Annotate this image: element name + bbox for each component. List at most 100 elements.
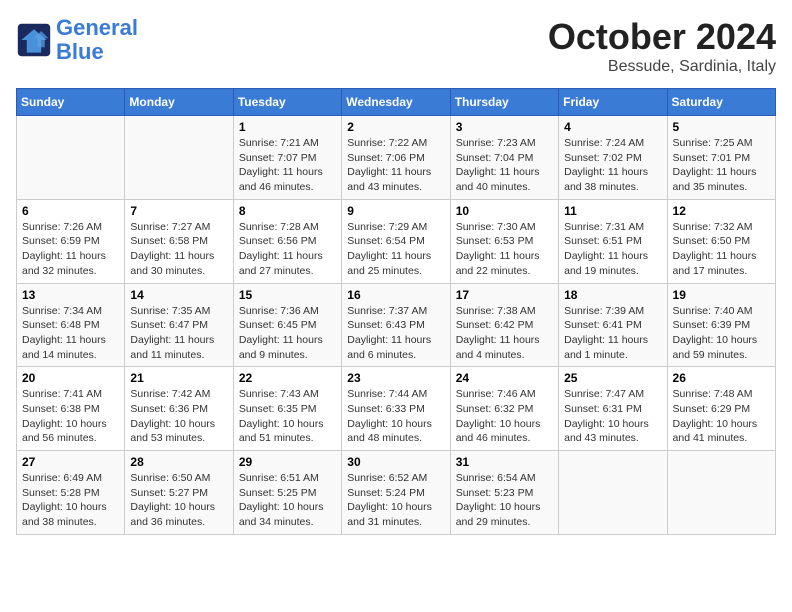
calendar-cell: 16 Sunrise: 7:37 AMSunset: 6:43 PMDayligh…: [342, 283, 450, 367]
day-info: Sunrise: 7:26 AMSunset: 6:59 PMDaylight:…: [22, 220, 119, 279]
calendar-cell: [559, 451, 667, 535]
calendar-cell: 15 Sunrise: 7:36 AMSunset: 6:45 PMDayligh…: [233, 283, 341, 367]
day-info: Sunrise: 7:47 AMSunset: 6:31 PMDaylight:…: [564, 387, 661, 446]
calendar-cell: 17 Sunrise: 7:38 AMSunset: 6:42 PMDayligh…: [450, 283, 558, 367]
day-number: 31: [456, 455, 553, 469]
day-number: 10: [456, 204, 553, 218]
calendar-cell: 26Sunrise: 7:48 AMSunset: 6:29 PMDayligh…: [667, 367, 775, 451]
week-row-2: 6 Sunrise: 7:26 AMSunset: 6:59 PMDaylight…: [17, 199, 776, 283]
calendar-cell: 1 Sunrise: 7:21 AMSunset: 7:07 PMDaylight…: [233, 116, 341, 200]
day-number: 15: [239, 288, 336, 302]
calendar-cell: 27 Sunrise: 6:49 AMSunset: 5:28 PMDayligh…: [17, 451, 125, 535]
day-number: 8: [239, 204, 336, 218]
day-info: Sunrise: 7:22 AMSunset: 7:06 PMDaylight:…: [347, 136, 444, 195]
month-title: October 2024: [548, 16, 776, 58]
header-cell-friday: Friday: [559, 89, 667, 116]
day-info: Sunrise: 7:44 AMSunset: 6:33 PMDaylight:…: [347, 387, 444, 446]
calendar-cell: 23Sunrise: 7:44 AMSunset: 6:33 PMDayligh…: [342, 367, 450, 451]
day-number: 25: [564, 371, 661, 385]
day-info: Sunrise: 7:31 AMSunset: 6:51 PMDaylight:…: [564, 220, 661, 279]
day-info: Sunrise: 6:54 AMSunset: 5:23 PMDaylight:…: [456, 471, 553, 530]
week-row-5: 27 Sunrise: 6:49 AMSunset: 5:28 PMDayligh…: [17, 451, 776, 535]
day-number: 24: [456, 371, 553, 385]
week-row-1: 1 Sunrise: 7:21 AMSunset: 7:07 PMDaylight…: [17, 116, 776, 200]
day-info: Sunrise: 7:27 AMSunset: 6:58 PMDaylight:…: [130, 220, 227, 279]
logo-icon: [16, 22, 52, 58]
day-info: Sunrise: 6:49 AMSunset: 5:28 PMDaylight:…: [22, 471, 119, 530]
calendar-cell: 30 Sunrise: 6:52 AMSunset: 5:24 PMDayligh…: [342, 451, 450, 535]
calendar-cell: 10 Sunrise: 7:30 AMSunset: 6:53 PMDayligh…: [450, 199, 558, 283]
day-number: 6: [22, 204, 119, 218]
day-number: 16: [347, 288, 444, 302]
header-row: SundayMondayTuesdayWednesdayThursdayFrid…: [17, 89, 776, 116]
header-cell-thursday: Thursday: [450, 89, 558, 116]
day-info: Sunrise: 7:37 AMSunset: 6:43 PMDaylight:…: [347, 304, 444, 363]
calendar-cell: 11 Sunrise: 7:31 AMSunset: 6:51 PMDayligh…: [559, 199, 667, 283]
calendar-cell: 3 Sunrise: 7:23 AMSunset: 7:04 PMDaylight…: [450, 116, 558, 200]
calendar-cell: 4Sunrise: 7:24 AMSunset: 7:02 PMDaylight…: [559, 116, 667, 200]
page-header: General Blue October 2024 Bessude, Sardi…: [16, 16, 776, 76]
calendar-cell: 29 Sunrise: 6:51 AMSunset: 5:25 PMDayligh…: [233, 451, 341, 535]
calendar-cell: 18 Sunrise: 7:39 AMSunset: 6:41 PMDayligh…: [559, 283, 667, 367]
calendar-cell: [17, 116, 125, 200]
day-number: 11: [564, 204, 661, 218]
day-number: 27: [22, 455, 119, 469]
day-info: Sunrise: 7:23 AMSunset: 7:04 PMDaylight:…: [456, 136, 553, 195]
day-number: 18: [564, 288, 661, 302]
calendar-cell: 20 Sunrise: 7:41 AMSunset: 6:38 PMDayligh…: [17, 367, 125, 451]
calendar-cell: 2Sunrise: 7:22 AMSunset: 7:06 PMDaylight…: [342, 116, 450, 200]
day-info: Sunrise: 6:50 AMSunset: 5:27 PMDaylight:…: [130, 471, 227, 530]
day-info: Sunrise: 7:28 AMSunset: 6:56 PMDaylight:…: [239, 220, 336, 279]
header-cell-saturday: Saturday: [667, 89, 775, 116]
day-info: Sunrise: 7:30 AMSunset: 6:53 PMDaylight:…: [456, 220, 553, 279]
day-number: 30: [347, 455, 444, 469]
day-number: 12: [673, 204, 770, 218]
day-number: 7: [130, 204, 227, 218]
calendar-cell: 8 Sunrise: 7:28 AMSunset: 6:56 PMDaylight…: [233, 199, 341, 283]
day-info: Sunrise: 7:43 AMSunset: 6:35 PMDaylight:…: [239, 387, 336, 446]
day-info: Sunrise: 7:41 AMSunset: 6:38 PMDaylight:…: [22, 387, 119, 446]
header-cell-tuesday: Tuesday: [233, 89, 341, 116]
calendar-cell: 5Sunrise: 7:25 AMSunset: 7:01 PMDaylight…: [667, 116, 775, 200]
day-number: 3: [456, 120, 553, 134]
calendar-cell: [667, 451, 775, 535]
day-number: 20: [22, 371, 119, 385]
day-info: Sunrise: 7:29 AMSunset: 6:54 PMDaylight:…: [347, 220, 444, 279]
calendar-cell: 21Sunrise: 7:42 AMSunset: 6:36 PMDayligh…: [125, 367, 233, 451]
day-info: Sunrise: 7:35 AMSunset: 6:47 PMDaylight:…: [130, 304, 227, 363]
calendar-cell: 14 Sunrise: 7:35 AMSunset: 6:47 PMDayligh…: [125, 283, 233, 367]
calendar-table: SundayMondayTuesdayWednesdayThursdayFrid…: [16, 88, 776, 535]
calendar-cell: 12Sunrise: 7:32 AMSunset: 6:50 PMDayligh…: [667, 199, 775, 283]
logo: General Blue: [16, 16, 138, 64]
calendar-header: SundayMondayTuesdayWednesdayThursdayFrid…: [17, 89, 776, 116]
day-info: Sunrise: 7:21 AMSunset: 7:07 PMDaylight:…: [239, 136, 336, 195]
day-info: Sunrise: 7:25 AMSunset: 7:01 PMDaylight:…: [673, 136, 770, 195]
day-info: Sunrise: 7:39 AMSunset: 6:41 PMDaylight:…: [564, 304, 661, 363]
day-info: Sunrise: 7:36 AMSunset: 6:45 PMDaylight:…: [239, 304, 336, 363]
calendar-cell: [125, 116, 233, 200]
calendar-cell: 24Sunrise: 7:46 AMSunset: 6:32 PMDayligh…: [450, 367, 558, 451]
day-number: 1: [239, 120, 336, 134]
day-number: 19: [673, 288, 770, 302]
header-cell-sunday: Sunday: [17, 89, 125, 116]
day-info: Sunrise: 7:38 AMSunset: 6:42 PMDaylight:…: [456, 304, 553, 363]
week-row-4: 20 Sunrise: 7:41 AMSunset: 6:38 PMDayligh…: [17, 367, 776, 451]
day-info: Sunrise: 7:48 AMSunset: 6:29 PMDaylight:…: [673, 387, 770, 446]
day-number: 14: [130, 288, 227, 302]
calendar-cell: 13 Sunrise: 7:34 AMSunset: 6:48 PMDayligh…: [17, 283, 125, 367]
day-number: 17: [456, 288, 553, 302]
week-row-3: 13 Sunrise: 7:34 AMSunset: 6:48 PMDayligh…: [17, 283, 776, 367]
calendar-cell: 28Sunrise: 6:50 AMSunset: 5:27 PMDayligh…: [125, 451, 233, 535]
day-number: 13: [22, 288, 119, 302]
day-info: Sunrise: 7:34 AMSunset: 6:48 PMDaylight:…: [22, 304, 119, 363]
calendar-cell: 22Sunrise: 7:43 AMSunset: 6:35 PMDayligh…: [233, 367, 341, 451]
day-number: 9: [347, 204, 444, 218]
day-info: Sunrise: 7:40 AMSunset: 6:39 PMDaylight:…: [673, 304, 770, 363]
calendar-cell: 25 Sunrise: 7:47 AMSunset: 6:31 PMDayligh…: [559, 367, 667, 451]
day-info: Sunrise: 6:51 AMSunset: 5:25 PMDaylight:…: [239, 471, 336, 530]
day-number: 29: [239, 455, 336, 469]
day-info: Sunrise: 6:52 AMSunset: 5:24 PMDaylight:…: [347, 471, 444, 530]
calendar-cell: 6 Sunrise: 7:26 AMSunset: 6:59 PMDaylight…: [17, 199, 125, 283]
day-number: 4: [564, 120, 661, 134]
calendar-cell: 31 Sunrise: 6:54 AMSunset: 5:23 PMDayligh…: [450, 451, 558, 535]
